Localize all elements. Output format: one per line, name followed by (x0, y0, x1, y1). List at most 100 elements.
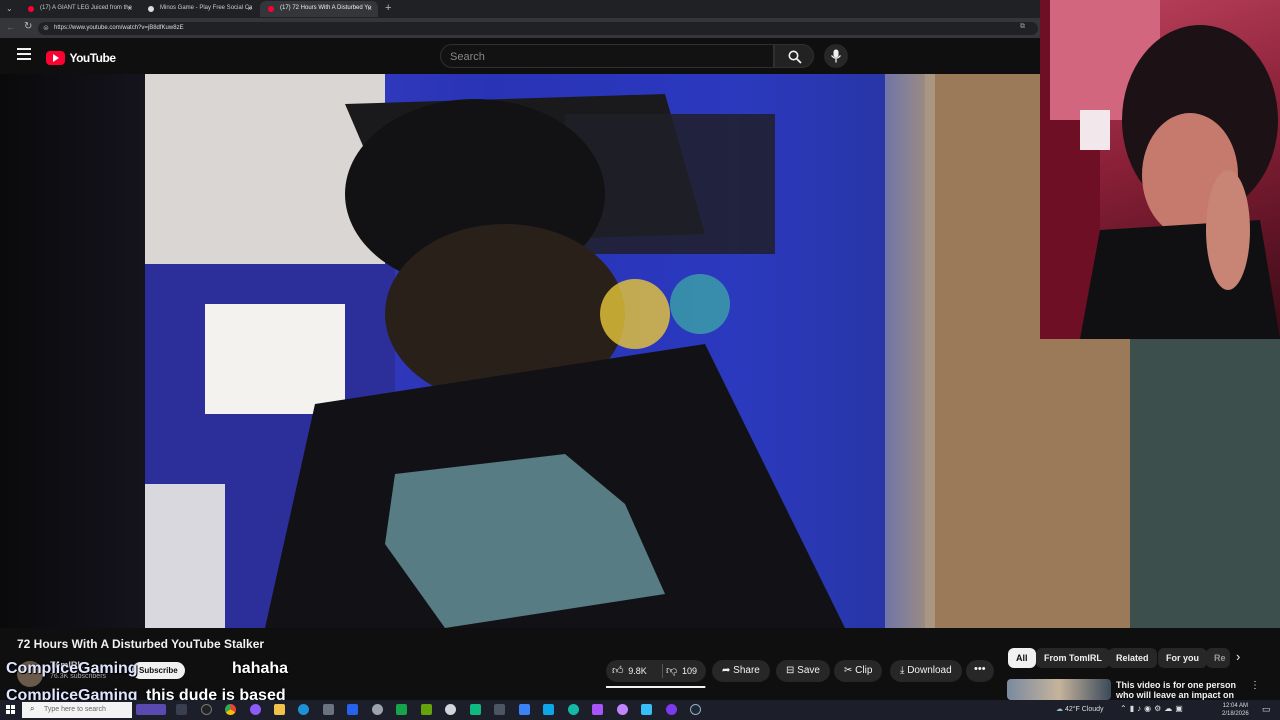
close-tab-icon[interactable]: × (127, 4, 132, 13)
taskbar-app-icon[interactable] (568, 704, 579, 715)
dislike-button[interactable]: 👎︎ 109 (666, 664, 706, 678)
minos-favicon-icon (148, 6, 154, 12)
taskbar-app-icon[interactable] (396, 704, 407, 715)
chips-next-chevron-icon[interactable]: › (1236, 649, 1240, 664)
video-frame (145, 74, 1130, 628)
chip-related[interactable]: Related (1108, 648, 1157, 668)
chrome-icon[interactable] (225, 704, 236, 715)
more-actions-button[interactable]: ••• (966, 660, 994, 682)
taskbar-app-icon[interactable] (372, 704, 383, 715)
recommendation-title-line: This video is for one person (1116, 680, 1237, 690)
new-tab-icon[interactable]: + (385, 2, 391, 14)
search-icon: ⌕ (30, 704, 35, 713)
url-text: https://www.youtube.com/watch?v=jB8dfKuw… (54, 25, 184, 31)
clip-label: Clip (855, 665, 873, 676)
tab-label: (17) 72 Hours With A Disturbed Yo (280, 5, 372, 11)
tab-list-dropdown-icon[interactable]: ⌄ (6, 4, 13, 13)
system-tray-icons[interactable]: ⌃▮♪◉⚙☁▣ (1120, 704, 1186, 713)
browser-tab-3-active[interactable]: (17) 72 Hours With A Disturbed Yo × (260, 1, 378, 17)
chip-from-channel[interactable]: From TomIRL (1036, 648, 1110, 668)
site-info-icon[interactable]: ⊜ (43, 24, 49, 32)
share-button[interactable]: ➦ Share (712, 660, 770, 682)
bookmark-icon: ⊟ (786, 665, 795, 676)
video-title: 72 Hours With A Disturbed YouTube Stalke… (17, 637, 265, 651)
steam-icon[interactable] (690, 704, 701, 715)
close-tab-icon[interactable]: × (247, 4, 252, 13)
taskbar-search-placeholder: Type here to search (44, 706, 106, 713)
tab-label: (17) A GIANT LEG Juiced from the (40, 5, 132, 11)
taskbar-app-icon[interactable] (250, 704, 261, 715)
browser-tab-1[interactable]: (17) A GIANT LEG Juiced from the × (20, 1, 138, 17)
taskbar-app-icon[interactable] (347, 704, 358, 715)
youtube-logo-text: YouTube (69, 50, 116, 65)
youtube-favicon-icon (28, 6, 34, 12)
taskbar-app-icon[interactable] (617, 704, 628, 715)
notification-center-icon[interactable]: ▭ (1262, 704, 1271, 715)
taskbar-app-icon[interactable] (470, 704, 481, 715)
like-button[interactable]: 👍︎ 9.8K (612, 664, 662, 678)
close-tab-icon[interactable]: × (367, 4, 372, 13)
webcam-frame (1040, 0, 1280, 339)
chip-all[interactable]: All (1008, 648, 1036, 668)
youtube-play-logo-icon (46, 50, 65, 65)
browser-tab-2[interactable]: Minos Game - Play Free Social Ca × (140, 1, 258, 17)
address-bar[interactable]: ⊜ https://www.youtube.com/watch?v=jB8dfK… (38, 22, 1038, 35)
clock-time: 12:04 AM (1222, 703, 1249, 709)
weather-widget[interactable]: ☁ 42°F Cloudy (1056, 705, 1104, 713)
taskbar-app-icon[interactable] (494, 704, 505, 715)
download-icon: ⤓ (900, 665, 905, 676)
taskbar-game-app-icon[interactable] (136, 704, 166, 715)
taskbar-clock[interactable]: 12:04 AM 2/18/2026 (1222, 702, 1249, 718)
dislike-count: 109 (681, 666, 697, 676)
taskbar-app-icon[interactable] (543, 704, 554, 715)
like-dislike-divider (662, 664, 663, 678)
share-label: Share (733, 665, 760, 676)
taskbar-app-icon[interactable] (666, 704, 677, 715)
install-app-icon[interactable]: ⧉ (1020, 23, 1025, 31)
taskbar-app-icon[interactable] (421, 704, 432, 715)
like-ratio-bar (606, 686, 706, 688)
taskbar-app-icon[interactable] (445, 704, 456, 715)
recommendation-title[interactable]: This video is for one person who will le… (1116, 680, 1240, 700)
share-icon: ➦ (722, 665, 731, 676)
weather-text: 42°F Cloudy (1064, 706, 1104, 713)
recommendation-thumbnail[interactable] (1007, 679, 1111, 700)
taskbar-search-input[interactable]: ⌕ Type here to search (22, 702, 132, 718)
clock-date: 2/18/2026 (1222, 711, 1249, 717)
chip-for-you[interactable]: For you (1158, 648, 1207, 668)
tab-label: Minos Game - Play Free Social Ca (160, 5, 253, 11)
video-player[interactable] (145, 74, 1130, 628)
taskbar-app-icon[interactable] (201, 704, 212, 715)
youtube-favicon-icon (268, 6, 274, 12)
menu-hamburger-icon[interactable] (17, 48, 31, 60)
save-button[interactable]: ⊟ Save (776, 660, 830, 682)
taskbar-app-icon[interactable] (641, 704, 652, 715)
search-button[interactable] (774, 44, 814, 68)
chat-text: hahaha (232, 660, 289, 677)
taskbar-app-icon[interactable] (519, 704, 530, 715)
save-label: Save (797, 665, 820, 676)
clip-button[interactable]: ✂ Clip (834, 660, 883, 682)
reload-icon[interactable]: ↻ (24, 21, 32, 32)
chat-message: CompliceGaming hahaha (6, 660, 288, 678)
edge-icon[interactable] (298, 704, 309, 715)
more-horizontal-icon: ••• (974, 663, 986, 675)
windows-start-icon[interactable] (6, 705, 16, 715)
voice-search-button[interactable] (824, 44, 848, 68)
webcam-overlay (1040, 0, 1280, 339)
taskbar-app-icon[interactable] (323, 704, 334, 715)
file-explorer-icon[interactable] (274, 704, 285, 715)
youtube-logo[interactable]: YouTube (46, 49, 116, 65)
search-input[interactable]: Search (440, 44, 774, 68)
taskbar-app-icon[interactable] (592, 704, 603, 715)
like-dislike-group: 👍︎ 9.8K 👎︎ 109 (606, 660, 706, 682)
chip-recent[interactable]: Re (1206, 648, 1230, 668)
recommendation-title-line: who will leave an impact on th (1116, 690, 1235, 700)
back-icon[interactable]: ← (6, 22, 15, 32)
video-letterbox-left (0, 74, 145, 628)
thumbs-down-icon: 👎︎ (666, 665, 678, 677)
recommendation-more-icon[interactable]: ⋮ (1250, 680, 1260, 691)
task-view-icon[interactable] (176, 704, 187, 715)
download-button[interactable]: ⤓ Download (890, 660, 962, 682)
download-label: Download (907, 665, 952, 676)
